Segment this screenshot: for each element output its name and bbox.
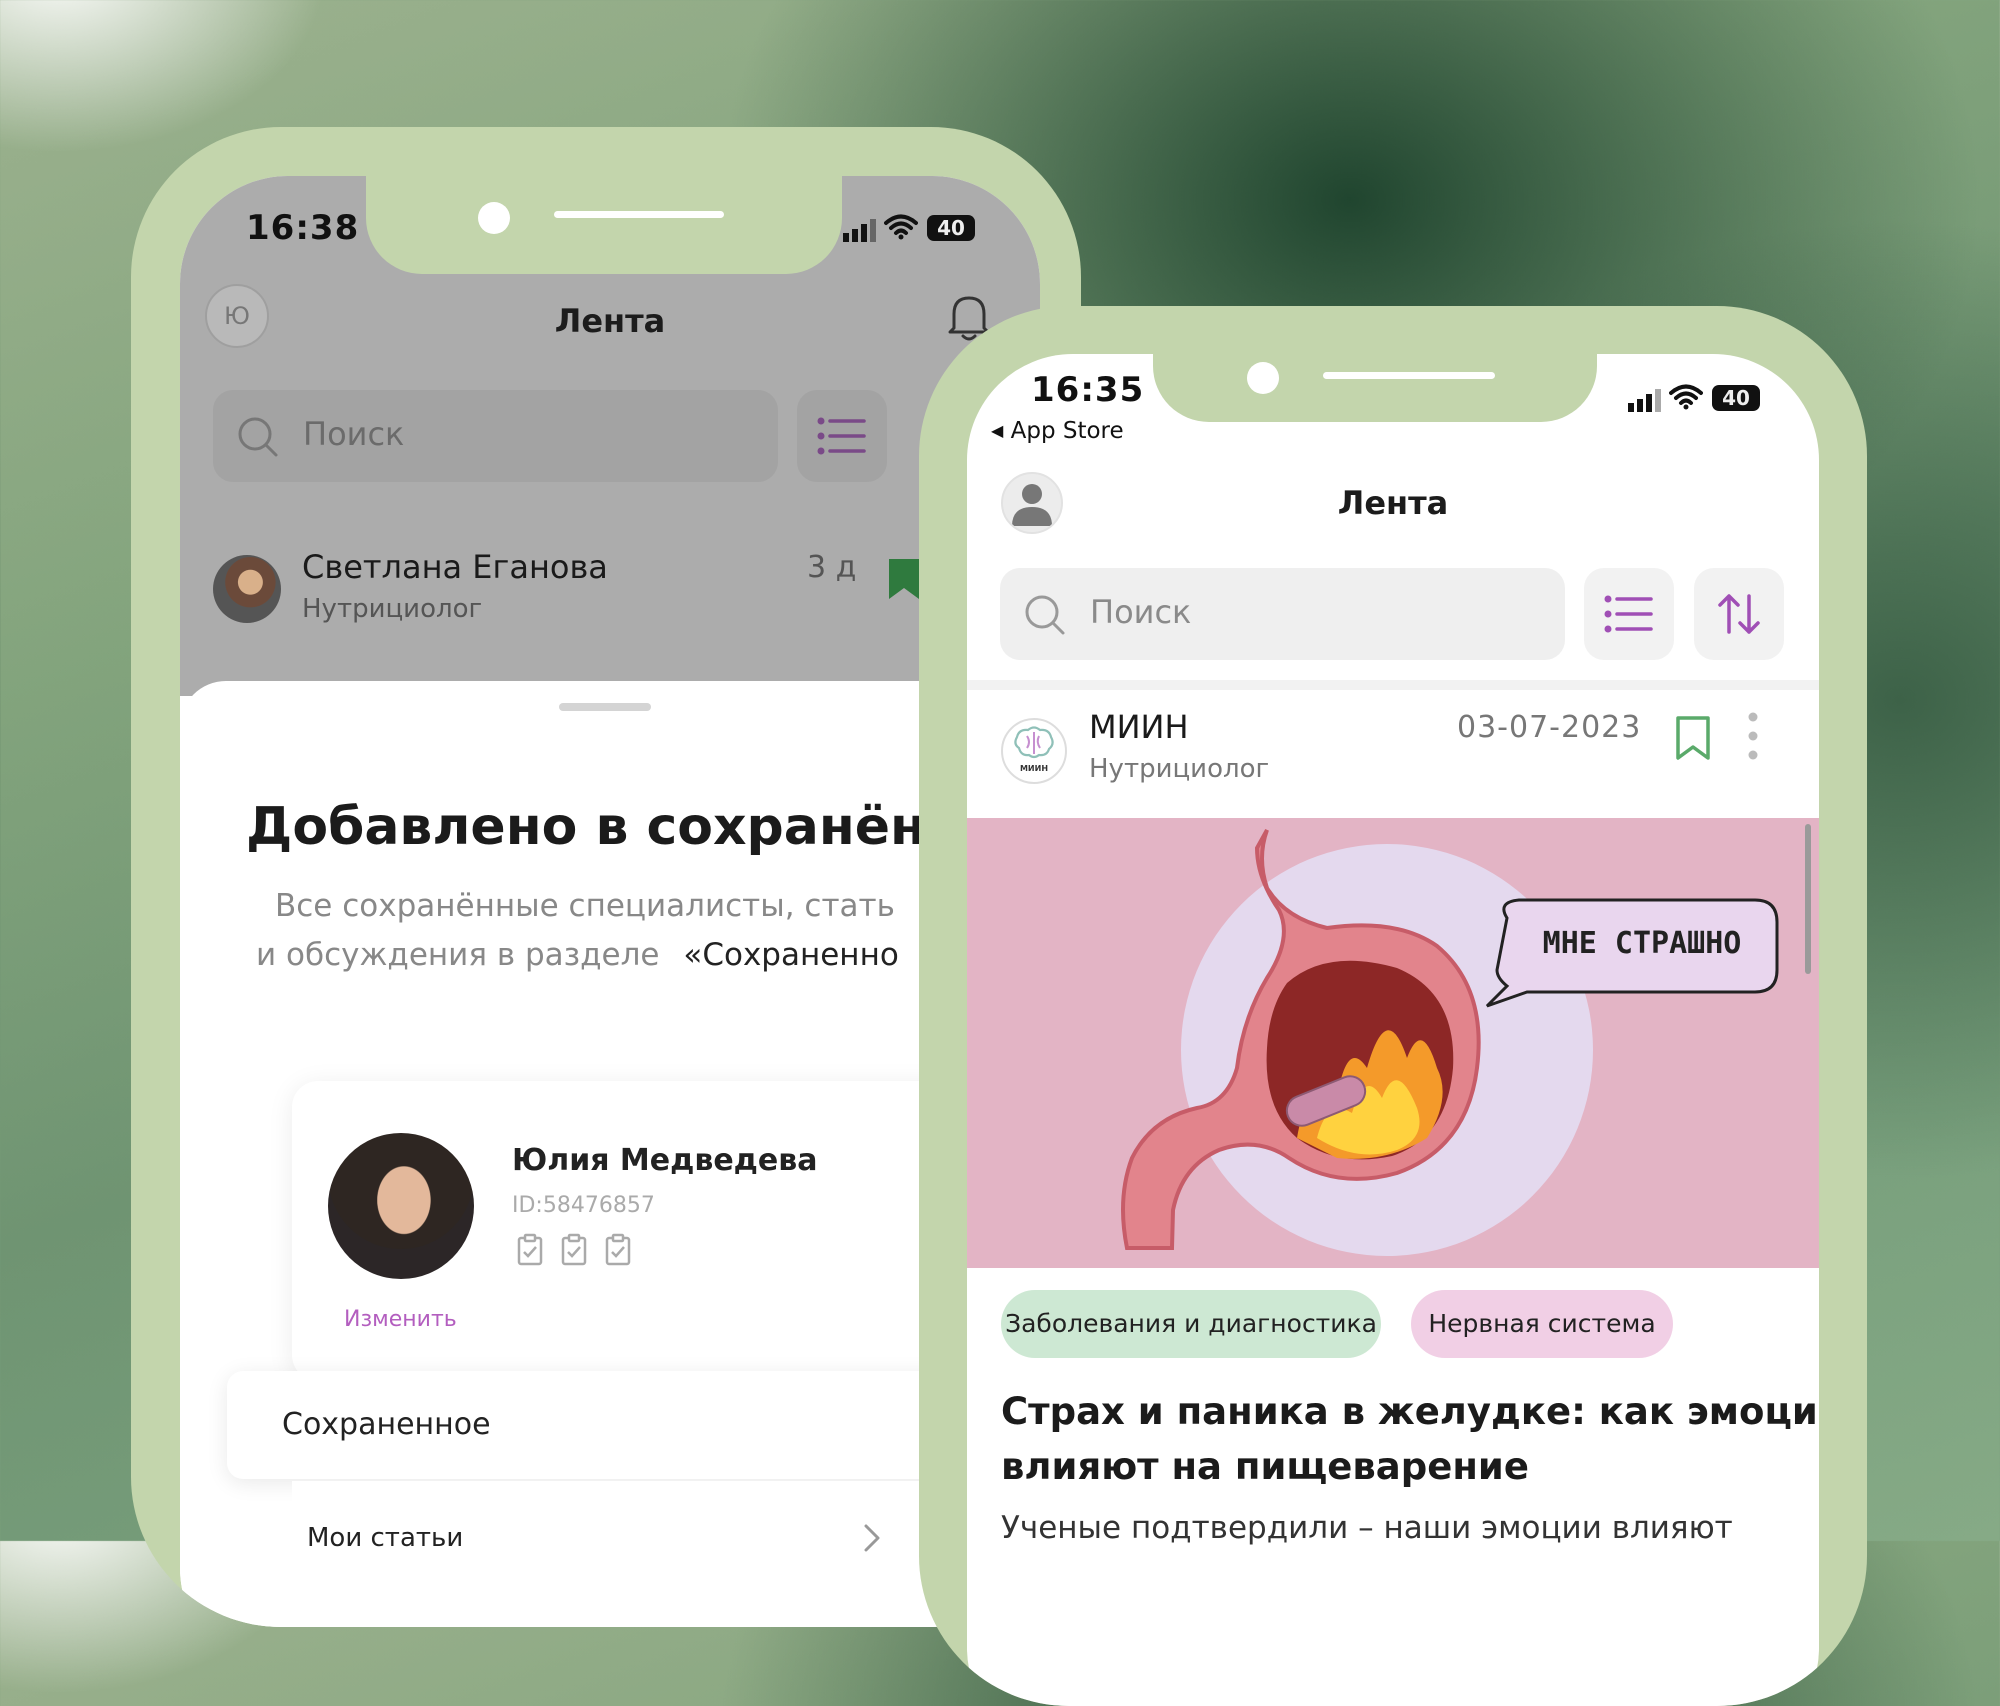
profile-avatar[interactable] (328, 1133, 474, 1279)
bookmark-icon[interactable] (1674, 714, 1712, 762)
tag-nervous-system[interactable]: Нервная система (1411, 1290, 1673, 1358)
sheet-text-line2: и обсуждения в разделе «Сохраненно (256, 937, 899, 973)
notch (366, 176, 842, 274)
search-icon (238, 417, 278, 457)
list-view-button[interactable] (1584, 568, 1674, 660)
author-role: Нутрициолог (1089, 754, 1270, 784)
article-title[interactable]: Страх и паника в желудке: как эмоции вли… (1001, 1384, 1819, 1494)
profile-badges (512, 1233, 652, 1269)
search-placeholder: Поиск (1090, 593, 1192, 631)
clipboard-check-icon (605, 1233, 631, 1266)
sort-button[interactable] (1694, 568, 1784, 660)
clipboard-check-icon (517, 1233, 543, 1266)
author-logo[interactable]: МИИН (1001, 718, 1067, 784)
page-title: Лента (1337, 484, 1449, 522)
tag-diseases-diagnostics[interactable]: Заболевания и диагностика (1001, 1290, 1381, 1358)
signal-icon (843, 219, 876, 242)
search-input[interactable]: Поиск (1000, 568, 1565, 660)
search-input[interactable]: Поиск (213, 390, 778, 482)
camera (478, 202, 510, 234)
back-triangle-icon: ◀ (991, 421, 1004, 440)
speaker (1323, 372, 1495, 379)
menu-item-my-articles-label: Мои статьи (307, 1523, 464, 1553)
more-options-icon[interactable] (1746, 710, 1760, 762)
status-time: 16:38 (246, 208, 360, 248)
speaker (554, 211, 724, 218)
search-placeholder: Поиск (303, 415, 405, 453)
sheet-title: Добавлено в сохранённо (246, 797, 998, 857)
battery-indicator: 40 (1712, 385, 1760, 411)
menu-item-saved-label: Сохраненное (282, 1407, 491, 1442)
left-phone-screen: 16:38 40 Ю Лента Поиск Светлана Еганова … (180, 176, 1040, 1627)
profile-name: Юлия Медведева (512, 1143, 818, 1178)
bookmark-filled-icon[interactable] (886, 556, 922, 602)
sheet-text-line2-prefix: и обсуждения в разделе (256, 937, 660, 973)
post-date: 03-07-2023 (1457, 710, 1642, 745)
clipboard-check-icon (561, 1233, 587, 1266)
profile-edit-link[interactable]: Изменить (344, 1307, 457, 1332)
list-view-button[interactable] (797, 390, 887, 482)
author-logo-text: МИИН (1019, 764, 1049, 773)
notch (1153, 354, 1597, 422)
page-title: Лента (554, 302, 666, 340)
battery-indicator: 40 (927, 215, 975, 241)
header-divider (967, 680, 1819, 690)
post-age: 3 д (807, 550, 857, 585)
image-scrollbar[interactable] (1805, 824, 1811, 974)
article-title-line2: влияют на пищеварение (1001, 1445, 1529, 1488)
sheet-text-line2-section: «Сохраненно (683, 937, 899, 973)
menu-item-saved[interactable]: Сохраненное (227, 1371, 1027, 1479)
author-name[interactable]: Светлана Еганова (302, 548, 608, 586)
article-image[interactable]: МНЕ СТРАШНО (967, 818, 1819, 1268)
stomach-illustration (1121, 829, 1779, 1256)
author-name[interactable]: МИИН (1089, 708, 1189, 746)
right-phone-frame: 16:35 ◀ App Store 40 Лента Поиск МИИН МИ… (919, 306, 1867, 1706)
right-phone-screen: 16:35 ◀ App Store 40 Лента Поиск МИИН МИ… (967, 354, 1819, 1706)
list-icon (1604, 595, 1653, 633)
brain-logo-icon (1014, 726, 1054, 759)
status-time: 16:35 (1031, 370, 1145, 410)
sheet-text-line1: Все сохранённые специалисты, стать (275, 888, 895, 924)
back-to-app-store-link[interactable]: ◀ App Store (991, 418, 1124, 444)
sheet-drag-handle[interactable] (559, 703, 651, 711)
author-avatar[interactable] (213, 555, 281, 623)
list-icon (817, 417, 866, 455)
back-app-label: App Store (1010, 418, 1124, 444)
bottom-sheet: Добавлено в сохранённо Все сохранённые с… (180, 681, 1040, 1627)
wifi-icon (1669, 384, 1703, 410)
image-speech-bubble-text: МНЕ СТРАШНО (1542, 926, 1742, 961)
author-role: Нутрициолог (302, 594, 483, 624)
chevron-right-icon (864, 1524, 880, 1552)
camera (1247, 362, 1279, 394)
article-title-line1: Страх и паника в желудке: как эмоции (1001, 1390, 1819, 1433)
sort-arrows-icon (1718, 594, 1760, 634)
wifi-icon (884, 214, 918, 240)
search-icon (1025, 595, 1065, 635)
signal-icon (1628, 389, 1661, 412)
profile-id: ID:58476857 (512, 1193, 655, 1218)
